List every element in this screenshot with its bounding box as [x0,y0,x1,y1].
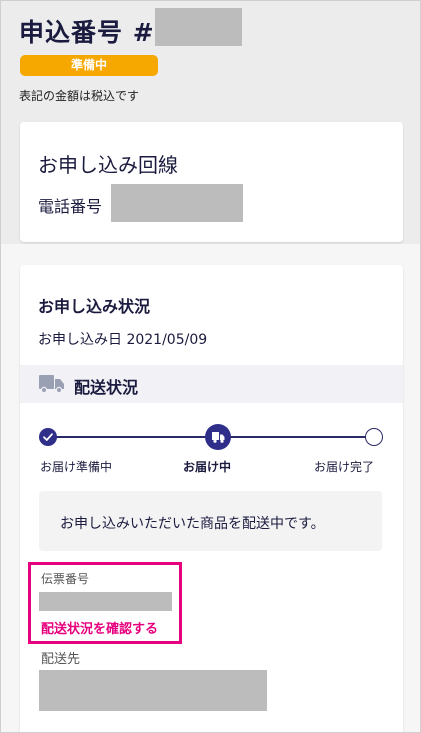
line-card: お申し込み回線 電話番号 [20,122,403,242]
tracking-number-label: 伝票番号 [41,572,90,586]
shipping-message-box: お申し込みいただいた商品を配送中です。 [39,491,382,551]
destination-label: 配送先 [41,652,81,667]
step-label-shipping: お届け中 [183,460,232,474]
page-title: 申込番号 # [19,18,155,47]
destination-redacted [39,670,267,711]
status-card: お申し込み状況 お申し込み日 2021/05/09 配送状況 お届け準備中 お届… [20,265,403,732]
order-date: お申し込み日 2021/05/09 [38,332,208,348]
status-card-title: お申し込み状況 [38,297,151,316]
step-label-delivered: お届け完了 [314,460,375,474]
check-icon [43,433,53,441]
screen: 申込番号 # 準備中 表記の金額は税込です お申し込み回線 電話番号 お申し込み… [0,0,421,733]
step-pending-dot [365,428,383,446]
line-card-title: お申し込み回線 [38,153,178,177]
order-number-redacted [155,8,242,46]
shipping-status-title: 配送状況 [74,378,139,397]
shipping-message: お申し込みいただいた商品を配送中です。 [60,516,325,532]
truck-icon [39,375,64,393]
shipping-header: 配送状況 [20,365,403,403]
tax-note: 表記の金額は税込です [19,89,140,103]
phone-number-redacted [111,184,243,222]
check-shipping-link[interactable]: 配送状況を確認する [41,618,158,637]
tracking-number-redacted [39,592,172,611]
step-done-dot [39,428,57,446]
step-label-preparing: お届け準備中 [40,460,113,474]
truck-icon [212,432,225,443]
step-current-dot [205,424,231,450]
status-badge: 準備中 [20,55,158,76]
phone-label: 電話番号 [38,197,103,216]
